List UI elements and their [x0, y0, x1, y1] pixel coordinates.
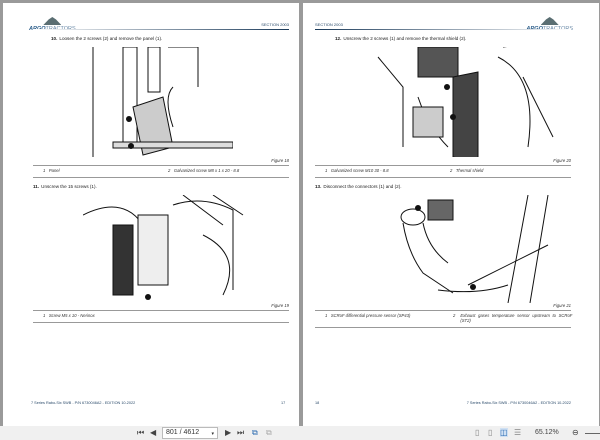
figure-20-caption: Figure 20 — [553, 158, 571, 163]
figure-18-caption: Figure 18 — [271, 158, 289, 163]
single-page-view-icon[interactable]: ▯ — [475, 428, 479, 437]
step-num: 11. — [33, 184, 40, 189]
figure-20-image — [377, 47, 554, 157]
page-number: 18 — [315, 401, 320, 405]
section-label: SECTION 2003 — [315, 22, 343, 27]
two-page-view-icon[interactable]: ◫ — [500, 428, 508, 437]
step-11: 11. Unscrew the 15 screws (1). — [33, 184, 97, 189]
legend-num: 1 — [325, 168, 328, 173]
legend-item: 1 Panel — [43, 168, 60, 173]
left-page: ARGOTRACTORS SECTION 2003 10.Loosen the … — [3, 3, 299, 426]
legend-num: 2 — [168, 168, 171, 173]
legend-item: 2 Galvanized screw M8 x 1 x 20 - 8.8 — [168, 168, 239, 173]
legend-item: 2 Thermal shield — [450, 168, 483, 173]
section-label: SECTION 2003 — [261, 22, 289, 27]
legend-num: 2 — [450, 168, 453, 173]
legend-item: 1 Screw M5 x 10 - Nerinox — [43, 313, 95, 318]
divider — [315, 310, 571, 311]
figure-18-image — [92, 47, 233, 157]
legend-num: 1 — [43, 168, 46, 173]
step-num: 10. — [51, 36, 58, 41]
legend-item: 2 Exhaust gases temperature sensor upstre… — [453, 313, 572, 323]
legend-text: Galvanized screw M10 30 - 8.8 — [330, 168, 389, 173]
copy-icon[interactable]: ⧉ — [252, 428, 258, 438]
header-line — [33, 29, 289, 30]
legend-text: Screw M5 x 10 - Nerinox — [48, 313, 95, 318]
continuous-view-icon[interactable]: ▯ — [488, 428, 492, 437]
bottom-toolbar: ⏮ ◀ 801 / 4612 ▾ ▶ ⏭ ⧉ ⧉ ▯ ▯ ◫ ☰ 65.12% ⊖ — [0, 426, 600, 440]
paste-icon[interactable]: ⧉ — [266, 428, 272, 438]
divider — [33, 177, 289, 178]
figure-21-caption: Figure 21 — [553, 303, 571, 308]
divider — [315, 165, 571, 166]
zoom-level[interactable]: 65.12% — [535, 429, 559, 436]
header-line — [315, 29, 571, 30]
legend-text: Thermal shield — [455, 168, 484, 173]
legend-item: 1 SCRoF differential pressure sensor (SP… — [325, 313, 445, 318]
footer-text: 7 Series Rabo-Six SWB - P/N 6730046A2 - … — [466, 401, 571, 405]
figure-19-image — [83, 195, 244, 300]
step-text: Loosen the 2 screws (2) and remove the p… — [59, 36, 163, 41]
legend-num: 1 — [43, 313, 46, 318]
step-text: Unscrew the 15 screws (1). — [41, 184, 97, 189]
right-page: SECTION 2003 ARGOTRACTORS 12.Unscrew the… — [303, 3, 599, 426]
page-number-input[interactable]: 801 / 4612 ▾ — [162, 427, 218, 439]
next-page-icon[interactable]: ▶ — [225, 428, 231, 437]
first-page-icon[interactable]: ⏮ — [137, 428, 144, 438]
page-number: 17 — [281, 401, 286, 405]
footer-text: 7 Series Rabo-Six SWB - P/N 6730046A2 - … — [31, 401, 136, 405]
step-num: 13. — [315, 184, 322, 189]
step-num: 12. — [335, 36, 342, 41]
step-text: Unscrew the 2 screws (1) and remove the … — [343, 36, 467, 41]
divider — [33, 165, 289, 166]
divider — [315, 177, 571, 178]
figure-19-caption: Figure 19 — [271, 303, 289, 308]
step-13: 13. Disconnect the connectors (1) and (2)… — [315, 184, 402, 189]
step-text: Disconnect the connectors (1) and (2). — [323, 184, 402, 189]
legend-num: 1 — [325, 313, 328, 318]
step-10: 10. Loosen the 2 screws (2) and remove th… — [51, 36, 162, 41]
legend-text: Galvanized screw M8 x 1 x 20 - 8.8 — [173, 168, 240, 173]
zoom-slider[interactable] — [585, 433, 600, 434]
divider — [315, 327, 571, 328]
logo-mark-icon — [43, 17, 62, 25]
page-field-value: 801 / 4612 — [166, 429, 200, 436]
legend-text: SCRoF differential pressure sensor (SP43… — [330, 313, 411, 318]
legend-item: 1 Galvanized screw M10 30 - 8.8 — [325, 168, 389, 173]
legend-text: Panel — [48, 168, 60, 173]
figure-21-image — [400, 195, 549, 303]
zoom-out-icon[interactable]: ⊖ — [572, 428, 579, 437]
divider — [33, 310, 289, 311]
legend-text: Exhaust gases temperature sensor upstrea… — [460, 313, 573, 323]
prev-page-icon[interactable]: ◀ — [150, 428, 156, 437]
chevron-down-icon[interactable]: ▾ — [211, 431, 214, 437]
step-12: 12. Unscrew the 2 screws (1) and remove t… — [335, 36, 466, 41]
divider — [33, 322, 289, 323]
last-page-icon[interactable]: ⏭ — [237, 428, 244, 438]
legend-num: 2 — [453, 313, 456, 318]
logo-mark-icon — [540, 17, 559, 25]
two-page-continuous-icon[interactable]: ☰ — [514, 428, 521, 437]
